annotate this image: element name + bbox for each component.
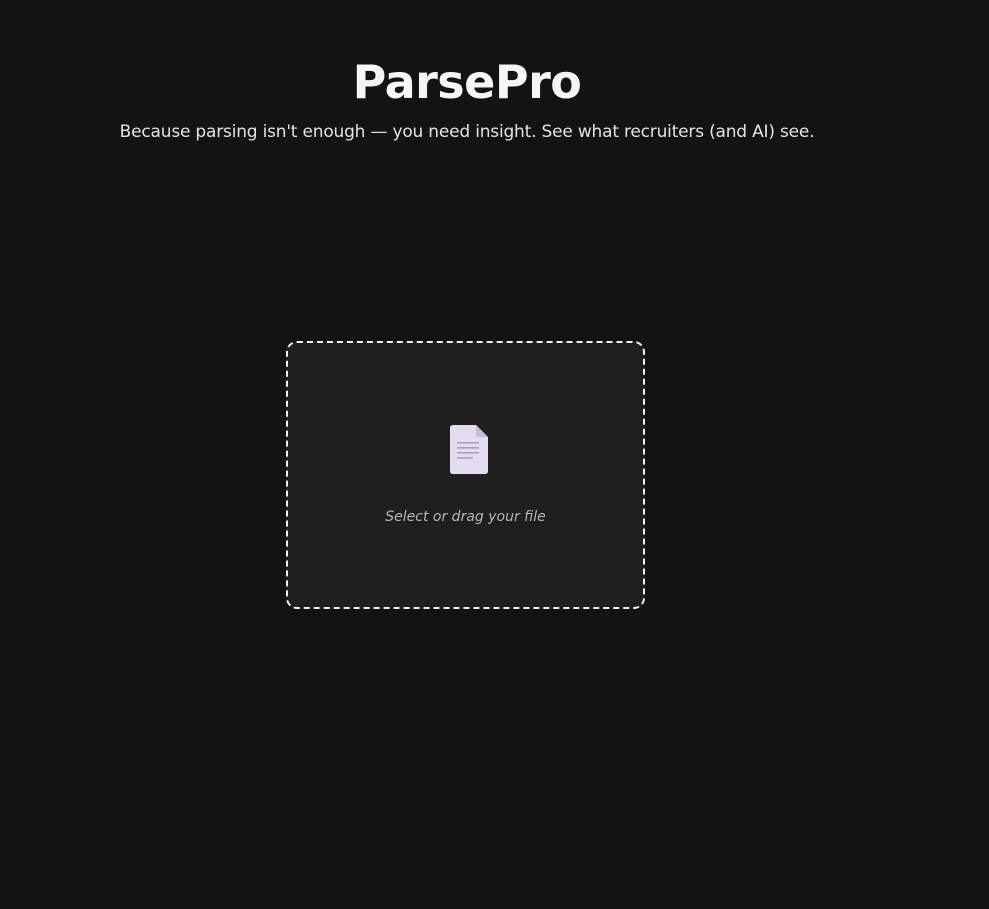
upload-page: ParsePro Because parsing isn't enough — … xyxy=(0,0,989,909)
document-icon xyxy=(449,425,489,475)
file-dropzone[interactable]: Select or drag your file xyxy=(286,341,645,609)
app-title: ParsePro xyxy=(352,55,582,109)
dropzone-label: Select or drag your file xyxy=(385,509,546,525)
tagline: Because parsing isn't enough — you need … xyxy=(119,122,815,142)
